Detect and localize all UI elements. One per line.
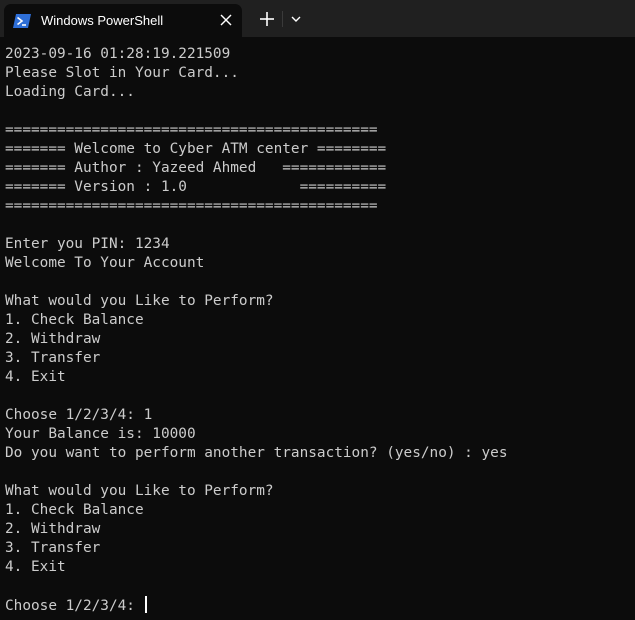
terminal-line-text: What would you Like to Perform?	[5, 483, 274, 499]
terminal-line-text: Choose 1/2/3/4:	[5, 598, 144, 614]
terminal-line-text: Your Balance is: 10000	[5, 426, 196, 442]
terminal-line: ======= Version : 1.0 ==========	[5, 178, 508, 197]
terminal-line-text: 3. Transfer	[5, 540, 101, 556]
tab-title: Windows PowerShell	[41, 13, 164, 28]
terminal-line-text: 4. Exit	[5, 369, 66, 385]
terminal-line: Welcome To Your Account	[5, 254, 508, 273]
terminal-line: Choose 1/2/3/4: 1	[5, 406, 508, 425]
terminal-line: 4. Exit	[5, 368, 508, 387]
terminal-line: What would you Like to Perform?	[5, 292, 508, 311]
terminal-line: ======= Author : Yazeed Ahmed ==========…	[5, 159, 508, 178]
tab-dropdown-button[interactable]	[284, 6, 308, 32]
terminal-output[interactable]: 2023-09-16 01:28:19.221509 Please Slot in…	[0, 37, 635, 620]
powershell-icon	[13, 13, 31, 29]
terminal-line-text: 4. Exit	[5, 559, 66, 575]
terminal-line: 2. Withdraw	[5, 330, 508, 349]
terminal-line-text: 1. Check Balance	[5, 502, 144, 518]
terminal-line: ========================================…	[5, 121, 508, 140]
terminal-line: Enter you PIN: 1234	[5, 235, 508, 254]
plus-icon	[260, 12, 274, 26]
terminal-line-text: 3. Transfer	[5, 350, 101, 366]
terminal-line: 2023-09-16 01:28:19.221509	[5, 45, 508, 64]
terminal-line: 2. Withdraw	[5, 520, 508, 539]
terminal-line-text: ========================================…	[5, 122, 378, 138]
terminal-line: 4. Exit	[5, 558, 508, 577]
terminal-line-text: ======= Author : Yazeed Ahmed ==========…	[5, 160, 387, 176]
terminal-lines: 2023-09-16 01:28:19.221509 Please Slot in…	[5, 45, 508, 615]
chevron-down-icon	[291, 16, 301, 22]
tab-separator	[282, 11, 283, 27]
terminal-line-text: ======= Version : 1.0 ==========	[5, 179, 387, 195]
terminal-line: 3. Transfer	[5, 349, 508, 368]
terminal-line: ======= Welcome to Cyber ATM center ====…	[5, 140, 508, 159]
terminal-line: What would you Like to Perform?	[5, 482, 508, 501]
terminal-line-text: 2. Withdraw	[5, 521, 101, 537]
terminal-line-text: Choose 1/2/3/4: 1	[5, 407, 153, 423]
terminal-line: Do you want to perform another transacti…	[5, 444, 508, 463]
terminal-line-text: ======= Welcome to Cyber ATM center ====…	[5, 141, 387, 157]
new-tab-button[interactable]	[254, 6, 280, 32]
terminal-line: Choose 1/2/3/4:	[5, 596, 508, 615]
close-icon[interactable]	[214, 8, 238, 32]
terminal-line-text: Enter you PIN: 1234	[5, 236, 170, 252]
terminal-line: 3. Transfer	[5, 539, 508, 558]
terminal-line-text: 2. Withdraw	[5, 331, 101, 347]
terminal-line: Your Balance is: 10000	[5, 425, 508, 444]
terminal-line-text: Do you want to perform another transacti…	[5, 445, 508, 461]
terminal-line-text: Please Slot in Your Card...	[5, 65, 239, 81]
tab-windows-powershell[interactable]: Windows PowerShell	[4, 4, 242, 37]
terminal-line: ========================================…	[5, 197, 508, 216]
title-bar: Windows PowerShell	[0, 0, 635, 37]
text-cursor	[144, 596, 147, 613]
terminal-line-text: Loading Card...	[5, 84, 135, 100]
terminal-line: 1. Check Balance	[5, 311, 508, 330]
terminal-line: 1. Check Balance	[5, 501, 508, 520]
terminal-line: Loading Card...	[5, 83, 508, 102]
terminal-line: Please Slot in Your Card...	[5, 64, 508, 83]
terminal-line-text: 2023-09-16 01:28:19.221509	[5, 46, 231, 62]
terminal-line-text: 1. Check Balance	[5, 312, 144, 328]
terminal-line-text: ========================================…	[5, 198, 378, 214]
terminal-line-text: Welcome To Your Account	[5, 255, 205, 271]
terminal-line-text: What would you Like to Perform?	[5, 293, 274, 309]
